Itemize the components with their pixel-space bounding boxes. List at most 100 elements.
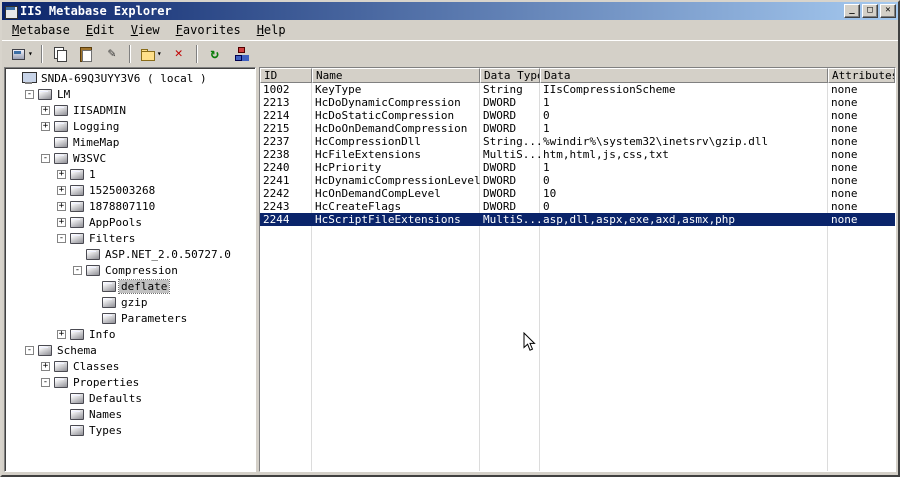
cell-data: 0 [543, 200, 550, 213]
table-row[interactable]: 2238 HcFileExtensions MultiS... htm,html,js… [260, 148, 895, 161]
cell-id: 1002 [263, 83, 290, 96]
cell-id: 2213 [263, 96, 290, 109]
tree-label: Types [89, 423, 123, 437]
close-button[interactable]: ✕ [880, 4, 896, 18]
tree-label: 1 [89, 167, 96, 181]
cell-data: 0 [543, 109, 550, 122]
menu-edit[interactable]: Edit [78, 20, 123, 40]
security-button[interactable] [229, 43, 253, 65]
maximize-button[interactable]: □ [862, 4, 878, 18]
table-row[interactable]: 2237 HcCompressionDll String... %windir%\sy… [260, 135, 895, 148]
tree-item-defaults[interactable]: Defaults [5, 390, 255, 406]
key-icon [86, 248, 100, 260]
tree-item-parameters[interactable]: Parameters [5, 310, 255, 326]
cell-id: 2237 [263, 135, 290, 148]
dropdown-arrow-icon[interactable]: ▾ [28, 50, 33, 58]
tree-item-classes[interactable]: + Classes [5, 358, 255, 374]
tree-item-info[interactable]: + Info [5, 326, 255, 342]
collapse-icon[interactable]: - [41, 153, 50, 163]
paste-button[interactable] [74, 43, 98, 65]
tree-item-asp-net-2-0-50727-0[interactable]: ASP.NET_2.0.50727.0 [5, 246, 255, 262]
column-header-id[interactable]: ID [260, 68, 312, 83]
expand-icon[interactable]: + [57, 185, 66, 195]
dropdown-arrow-icon[interactable]: ▾ [157, 50, 162, 58]
refresh-button[interactable] [203, 43, 227, 65]
tree-item-w3svc[interactable]: - W3SVC [5, 150, 255, 166]
expand-icon[interactable]: + [57, 329, 66, 339]
menu-favorites[interactable]: Favorites [168, 20, 249, 40]
cell-data: 0 [543, 174, 550, 187]
tree-item-types[interactable]: Types [5, 422, 255, 438]
edit-record-button[interactable] [100, 43, 124, 65]
table-row[interactable]: 2243 HcCreateFlags DWORD 0 none [260, 200, 895, 213]
menu-help[interactable]: Help [249, 20, 294, 40]
tree-item-names[interactable]: Names [5, 406, 255, 422]
key-icon [86, 264, 100, 276]
expand-icon[interactable]: + [57, 201, 66, 211]
key-icon [70, 200, 84, 212]
cell-data-type: String [483, 83, 523, 96]
cell-attributes: none [831, 109, 858, 122]
copy-button[interactable] [48, 43, 72, 65]
tree-label: Classes [73, 359, 120, 373]
expand-icon[interactable]: + [57, 217, 66, 227]
list-body[interactable]: 1002 KeyType String IIsCompressionScheme non… [260, 83, 895, 471]
table-row[interactable]: 2244 HcScriptFileExtensions MultiS... asp,d… [260, 213, 895, 226]
table-row[interactable]: 2240 HcPriority DWORD 1 none [260, 161, 895, 174]
table-row[interactable]: 2213 HcDoDynamicCompression DWORD 1 none [260, 96, 895, 109]
column-header-data-type[interactable]: Data Type [480, 68, 540, 83]
toolbar: ▾▾ [2, 40, 898, 67]
tree-label: AppPools [89, 215, 142, 229]
collapse-icon[interactable]: - [73, 265, 82, 275]
table-row[interactable]: 2241 HcDynamicCompressionLevel DWORD 0 none [260, 174, 895, 187]
tree-item-iisadmin[interactable]: + IISADMIN [5, 102, 255, 118]
tree-item-filters[interactable]: - Filters [5, 230, 255, 246]
tree-item-schema[interactable]: - Schema [5, 342, 255, 358]
tree-item-gzip[interactable]: gzip [5, 294, 255, 310]
tree-item-snda-69q3uyy3v6-local[interactable]: SNDA-69Q3UYY3V6 ( local ) [5, 70, 255, 86]
table-row[interactable]: 2215 HcDoOnDemandCompression DWORD 1 none [260, 122, 895, 135]
window-title: IIS Metabase Explorer [20, 4, 172, 18]
menu-view[interactable]: View [123, 20, 168, 40]
new-record-button[interactable]: ▾ [136, 43, 165, 65]
cell-data: 1 [543, 122, 550, 135]
key-icon [102, 312, 116, 324]
column-header-name[interactable]: Name [312, 68, 480, 83]
delete-record-button[interactable] [167, 43, 191, 65]
minimize-button[interactable]: _ [844, 4, 860, 18]
tree-item-1[interactable]: +1 [5, 166, 255, 182]
table-row[interactable]: 2214 HcDoStaticCompression DWORD 0 none [260, 109, 895, 122]
tree-item-apppools[interactable]: + AppPools [5, 214, 255, 230]
table-row[interactable]: 1002 KeyType String IIsCompressionScheme non… [260, 83, 895, 96]
collapse-icon[interactable]: - [57, 233, 66, 243]
tree-item-1525003268[interactable]: +1525003268 [5, 182, 255, 198]
collapse-icon[interactable]: - [41, 377, 50, 387]
tree-item-properties[interactable]: - Properties [5, 374, 255, 390]
expand-icon[interactable]: + [57, 169, 66, 179]
cell-data-type: DWORD [483, 174, 517, 187]
cell-data: 10 [543, 187, 557, 200]
list-header: ID Name Data Type Data Attributes [260, 68, 895, 83]
cell-id: 2238 [263, 148, 290, 161]
connect-button[interactable]: ▾ [7, 43, 36, 65]
tree-item-deflate[interactable]: deflate [5, 278, 255, 294]
collapse-icon[interactable]: - [25, 345, 34, 355]
tree-item-logging[interactable]: + Logging [5, 118, 255, 134]
expand-icon[interactable]: + [41, 121, 50, 131]
computer-icon [22, 72, 37, 84]
tree-item-compression[interactable]: - Compression [5, 262, 255, 278]
table-row[interactable]: 2242 HcOnDemandCompLevel DWORD 10 none [260, 187, 895, 200]
cell-data: asp,dll,aspx,exe,axd,asmx,php [543, 213, 736, 226]
tree-item-1878807110[interactable]: +1878807110 [5, 198, 255, 214]
menu-metabase[interactable]: Metabase [4, 20, 78, 40]
expand-icon[interactable]: + [41, 105, 50, 115]
key-icon [70, 408, 84, 420]
collapse-icon[interactable]: - [25, 89, 34, 99]
tree-label: ASP.NET_2.0.50727.0 [105, 247, 231, 261]
tree-item-mimemap[interactable]: MimeMap [5, 134, 255, 150]
column-header-attributes[interactable]: Attributes [828, 68, 895, 83]
column-header-data[interactable]: Data [540, 68, 828, 83]
tree-item-lm[interactable]: - LM [5, 86, 255, 102]
expand-icon[interactable]: + [41, 361, 50, 371]
tree-label: SNDA-69Q3UYY3V6 ( local ) [41, 71, 207, 85]
